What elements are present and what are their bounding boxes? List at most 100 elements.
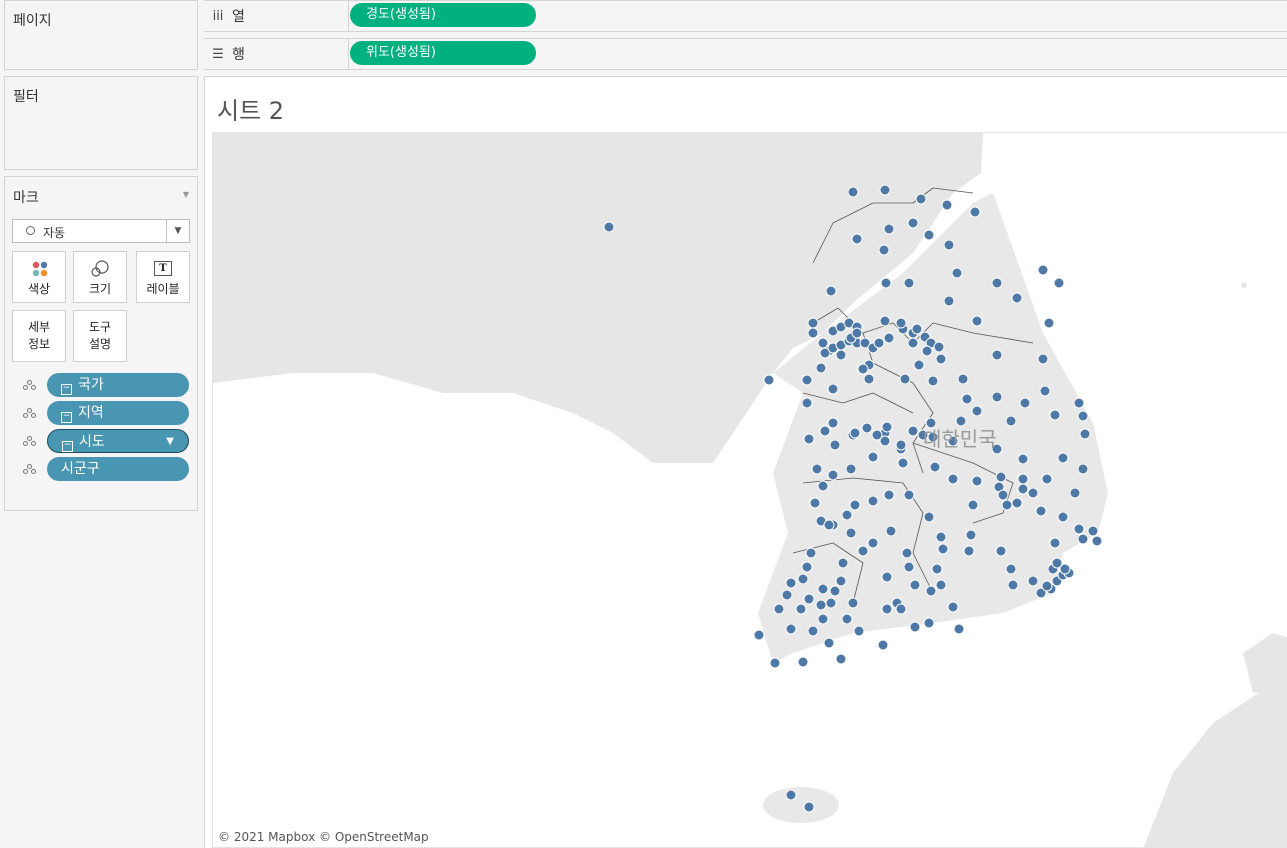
district-mark[interactable]: [967, 499, 979, 511]
district-mark[interactable]: [965, 529, 977, 541]
district-mark[interactable]: [923, 617, 935, 629]
district-mark[interactable]: [915, 193, 927, 205]
district-mark[interactable]: [901, 547, 913, 559]
district-mark[interactable]: [881, 603, 893, 615]
district-mark[interactable]: [797, 656, 809, 668]
columns-shelf[interactable]: iii 열 경도(생성됨): [204, 0, 1287, 32]
district-mark[interactable]: [1079, 428, 1091, 440]
district-mark[interactable]: [883, 332, 895, 344]
rows-shelf[interactable]: ☰ 행 위도(생성됨): [204, 38, 1287, 70]
district-mark[interactable]: [881, 571, 893, 583]
color-button[interactable]: 색상: [12, 251, 66, 303]
district-mark[interactable]: [1077, 463, 1089, 475]
field-pill-province[interactable]: − 시도 ▼: [47, 429, 189, 453]
district-mark[interactable]: [1077, 533, 1089, 545]
latitude-pill[interactable]: 위도(생성됨): [350, 41, 536, 65]
district-mark[interactable]: [991, 277, 1003, 289]
pill-dropdown-icon[interactable]: ▼: [166, 430, 174, 454]
district-mark[interactable]: [857, 545, 869, 557]
district-mark[interactable]: [1005, 563, 1017, 575]
district-mark[interactable]: [817, 583, 829, 595]
district-mark[interactable]: [991, 391, 1003, 403]
district-mark[interactable]: [995, 545, 1007, 557]
district-mark[interactable]: [1091, 535, 1103, 547]
district-mark[interactable]: [903, 277, 915, 289]
district-mark[interactable]: [1041, 473, 1053, 485]
district-mark[interactable]: [1057, 452, 1069, 464]
district-mark[interactable]: [849, 427, 861, 439]
district-mark[interactable]: [785, 623, 797, 635]
district-mark[interactable]: [927, 375, 939, 387]
district-mark[interactable]: [957, 373, 969, 385]
district-mark[interactable]: [1037, 353, 1049, 365]
district-mark[interactable]: [931, 563, 943, 575]
district-mark[interactable]: [895, 603, 907, 615]
district-mark[interactable]: [801, 374, 813, 386]
district-mark[interactable]: [947, 601, 959, 613]
district-mark[interactable]: [1037, 264, 1049, 276]
district-mark[interactable]: [825, 285, 837, 297]
district-mark[interactable]: [1035, 505, 1047, 517]
district-mark[interactable]: [795, 603, 807, 615]
district-mark[interactable]: [841, 509, 853, 521]
district-mark[interactable]: [807, 327, 819, 339]
district-mark[interactable]: [847, 186, 859, 198]
district-mark[interactable]: [781, 589, 793, 601]
district-mark[interactable]: [803, 801, 815, 813]
district-mark[interactable]: [829, 585, 841, 597]
district-mark[interactable]: [1069, 487, 1081, 499]
size-button[interactable]: 크기: [73, 251, 127, 303]
district-mark[interactable]: [991, 349, 1003, 361]
district-mark[interactable]: [1027, 575, 1039, 587]
district-mark[interactable]: [867, 495, 879, 507]
district-mark[interactable]: [911, 323, 923, 335]
district-mark[interactable]: [899, 373, 911, 385]
district-mark[interactable]: [845, 463, 857, 475]
tooltip-button[interactable]: 도구 설명: [73, 310, 127, 362]
district-mark[interactable]: [1073, 397, 1085, 409]
district-mark[interactable]: [827, 383, 839, 395]
district-mark[interactable]: [807, 625, 819, 637]
district-mark[interactable]: [1077, 410, 1089, 422]
district-mark[interactable]: [809, 497, 821, 509]
district-mark[interactable]: [763, 374, 775, 386]
district-mark[interactable]: [815, 362, 827, 374]
district-mark[interactable]: [907, 425, 919, 437]
district-mark[interactable]: [811, 463, 823, 475]
field-pill-region[interactable]: − 지역: [47, 401, 189, 425]
district-mark[interactable]: [933, 341, 945, 353]
district-mark[interactable]: [923, 511, 935, 523]
district-mark[interactable]: [1005, 415, 1017, 427]
filters-card[interactable]: 필터: [4, 76, 198, 170]
district-mark[interactable]: [907, 337, 919, 349]
collapse-icon[interactable]: −: [61, 412, 72, 423]
district-mark[interactable]: [909, 621, 921, 633]
district-mark[interactable]: [1011, 292, 1023, 304]
district-mark[interactable]: [817, 613, 829, 625]
district-mark[interactable]: [971, 405, 983, 417]
district-mark[interactable]: [785, 577, 797, 589]
district-mark[interactable]: [853, 625, 865, 637]
district-mark[interactable]: [937, 543, 949, 555]
district-mark[interactable]: [907, 217, 919, 229]
district-mark[interactable]: [895, 439, 907, 451]
district-mark[interactable]: [925, 585, 937, 597]
district-mark[interactable]: [805, 547, 817, 559]
district-mark[interactable]: [815, 599, 827, 611]
mark-type-dropdown[interactable]: 자동 ▼: [12, 219, 190, 243]
district-mark[interactable]: [943, 295, 955, 307]
district-mark[interactable]: [769, 657, 781, 669]
chevron-down-icon[interactable]: ▼: [166, 220, 189, 242]
district-mark[interactable]: [947, 473, 959, 485]
longitude-pill[interactable]: 경도(생성됨): [350, 3, 536, 27]
district-mark[interactable]: [997, 489, 1009, 501]
district-mark[interactable]: [837, 557, 849, 569]
district-mark[interactable]: [1039, 385, 1051, 397]
district-mark[interactable]: [851, 233, 863, 245]
district-mark[interactable]: [1001, 499, 1013, 511]
detail-button[interactable]: 세부 정보: [12, 310, 66, 362]
district-mark[interactable]: [1049, 537, 1061, 549]
district-mark[interactable]: [785, 789, 797, 801]
district-mark[interactable]: [857, 363, 869, 375]
district-mark[interactable]: [1043, 317, 1055, 329]
